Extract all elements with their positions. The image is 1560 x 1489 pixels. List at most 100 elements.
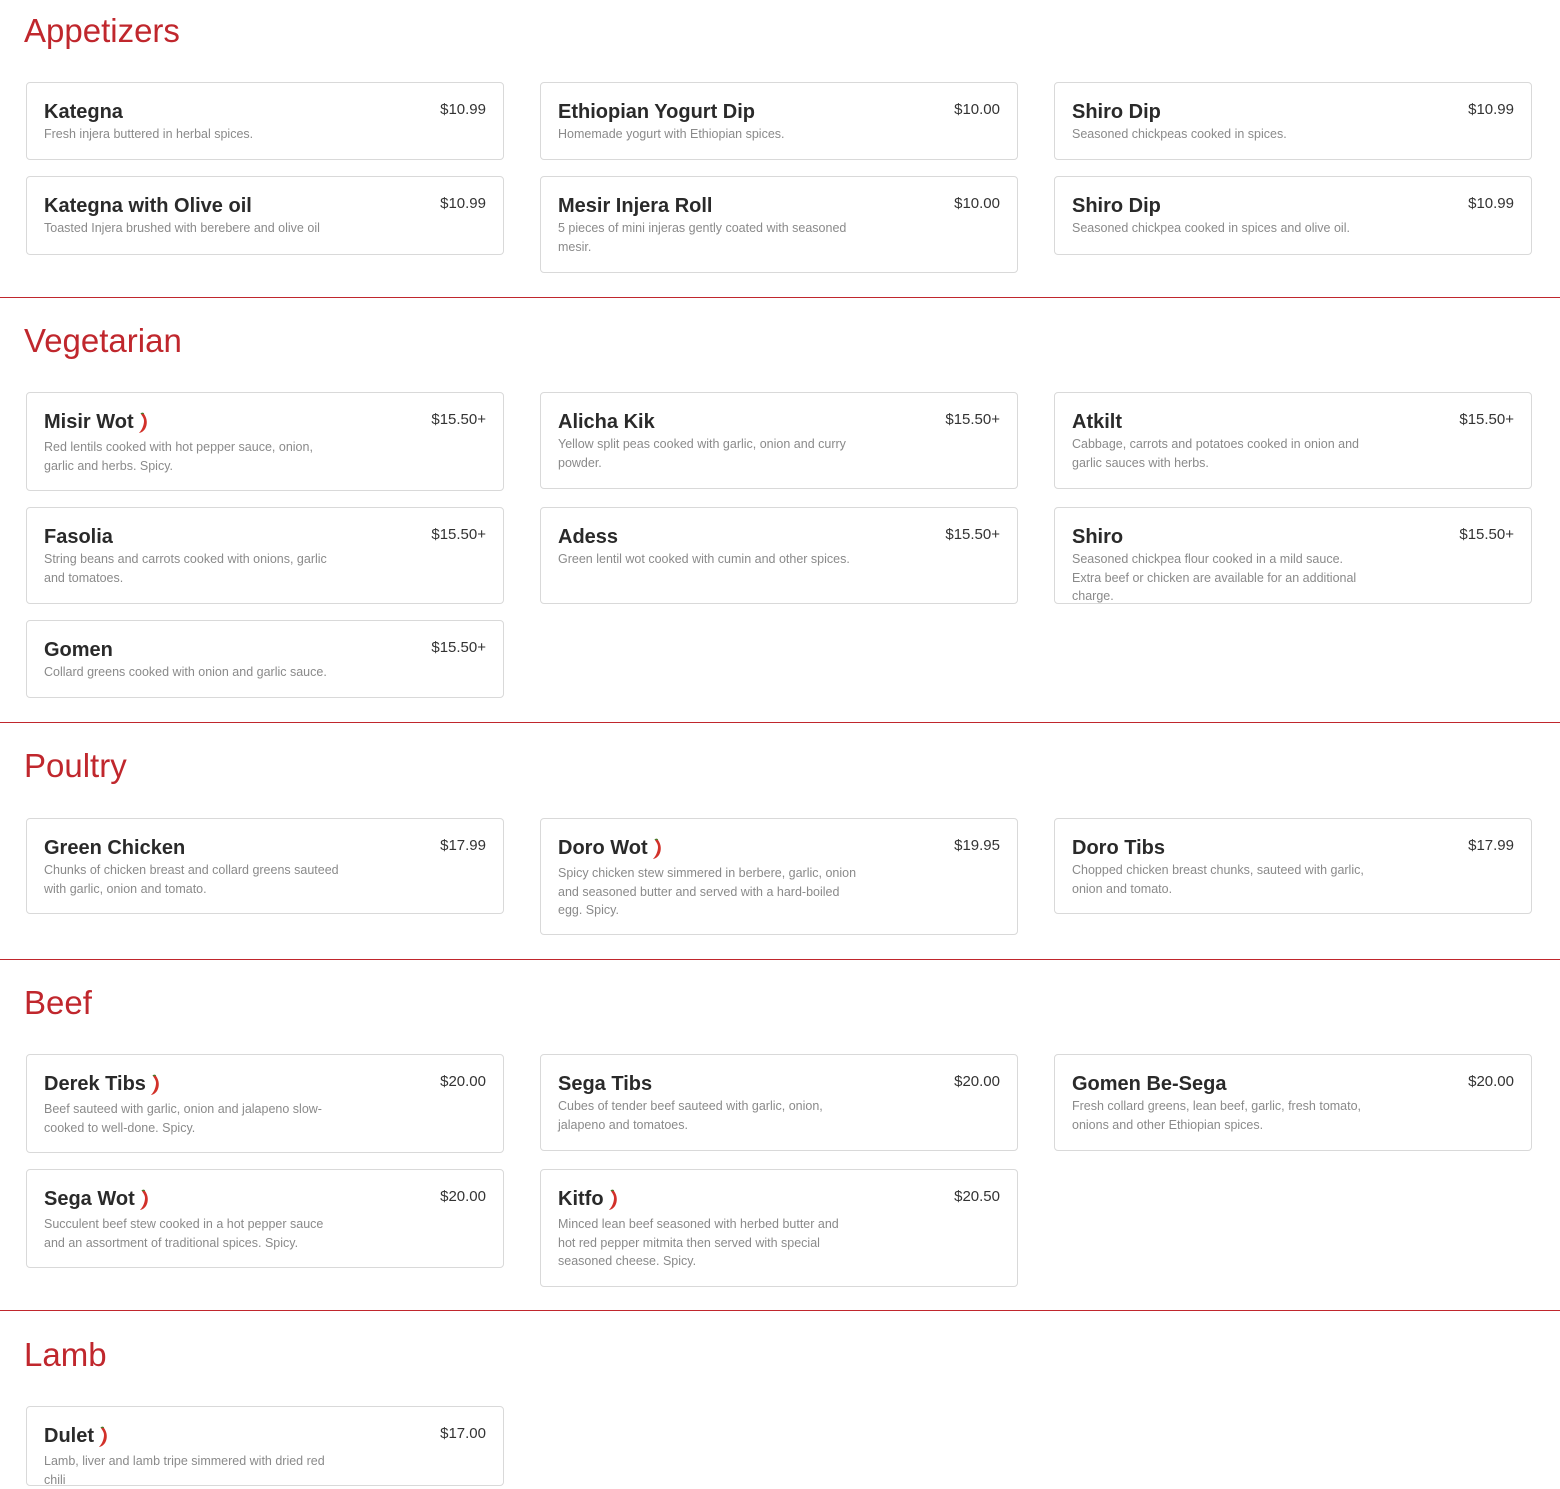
item-name-text: Dulet [44, 1425, 94, 1447]
section-title: Vegetarian [24, 322, 182, 359]
chili-pepper-icon [150, 1074, 162, 1102]
item-name: Kategna with Olive oil [44, 194, 252, 218]
item-description: 5 pieces of mini injeras gently coated w… [558, 221, 847, 254]
item-name: Fasolia [44, 525, 113, 549]
item-name: Atkilt [1072, 410, 1122, 434]
menu-item-card[interactable]: Kitfo $20.50 Minced lean beef seasoned wit… [540, 1169, 1018, 1287]
item-name-text: Shiro [1072, 526, 1124, 548]
item-description: String beans and carrots cooked with oni… [44, 552, 327, 585]
item-name-text: Gomen Be-Sega [1072, 1073, 1227, 1095]
menu-item-card[interactable]: Shiro $15.50+ Seasoned chickpea flour cook… [1054, 507, 1532, 604]
item-description: Seasoned chickpeas cooked in spices. [1072, 127, 1287, 141]
item-price: $10.99 [440, 101, 486, 118]
item-description: Minced lean beef seasoned with herbed bu… [558, 1217, 839, 1268]
item-name-text: Fasolia [44, 526, 113, 548]
item-description: Chunks of chicken breast and collard gre… [44, 863, 339, 896]
item-name: Dulet [44, 1424, 110, 1454]
item-description: Cubes of tender beef sauteed with garlic… [558, 1099, 823, 1132]
menu-item-card[interactable]: Shiro Dip $10.99 Seasoned chickpea cooked … [1054, 176, 1532, 255]
item-name: Green Chicken [44, 836, 185, 860]
item-price: $15.50+ [431, 639, 486, 656]
chili-pepper-icon [608, 1189, 620, 1217]
chili-pepper-icon [98, 1426, 110, 1454]
menu-item-card[interactable]: Adess $15.50+ Green lentil wot cooked with… [540, 507, 1018, 604]
menu-item-card[interactable]: Mesir Injera Roll $10.00 5 pieces of mini … [540, 176, 1018, 273]
item-name: Doro Wot [558, 836, 664, 866]
item-name: Ethiopian Yogurt Dip [558, 100, 755, 124]
item-name-text: Mesir Injera Roll [558, 195, 713, 217]
item-name: Misir Wot [44, 410, 150, 440]
item-price: $20.50 [954, 1188, 1000, 1205]
menu-item-card[interactable]: Misir Wot $15.50+ Red lentils cooked with … [26, 392, 504, 491]
menu-item-card[interactable]: Green Chicken $17.99 Chunks of chicken bre… [26, 818, 504, 914]
item-name: Sega Tibs [558, 1072, 652, 1096]
menu-item-card[interactable]: Shiro Dip $10.99 Seasoned chickpeas cooked… [1054, 82, 1532, 160]
item-name: Doro Tibs [1072, 836, 1165, 860]
menu-item-card[interactable]: Doro Tibs $17.99 Chopped chicken breast ch… [1054, 818, 1532, 914]
item-description: Spicy chicken stew simmered in berbere, … [558, 866, 857, 917]
item-price: $10.00 [954, 101, 1000, 118]
item-price: $10.00 [954, 195, 1000, 212]
item-name-text: Doro Wot [558, 837, 648, 859]
chili-pepper-icon [138, 412, 150, 440]
item-name: Gomen Be-Sega [1072, 1072, 1226, 1096]
menu-item-card[interactable]: Doro Wot $19.95 Spicy chicken stew simmere… [540, 818, 1018, 935]
item-name-text: Kitfo [558, 1188, 604, 1210]
item-price: $20.00 [440, 1073, 486, 1090]
item-name: Shiro Dip [1072, 100, 1161, 124]
item-name-text: Adess [558, 526, 619, 548]
menu-item-card[interactable]: Alicha Kik $15.50+ Yellow split peas cooke… [540, 392, 1018, 489]
item-description: Red lentils cooked with hot pepper sauce… [44, 440, 313, 473]
item-name-text: Kategna [44, 101, 123, 123]
item-description: Yellow split peas cooked with garlic, on… [558, 437, 846, 470]
menu-item-card[interactable]: Kategna with Olive oil $10.99 Toasted Inje… [26, 176, 504, 255]
section-title: Appetizers [24, 12, 180, 49]
item-price: $15.50+ [945, 526, 1000, 543]
item-name-text: Kategna with Olive oil [44, 195, 252, 217]
item-name-text: Shiro Dip [1072, 101, 1161, 123]
item-name: Mesir Injera Roll [558, 194, 713, 218]
menu-item-card[interactable]: Gomen Be-Sega $20.00 Fresh collard greens,… [1054, 1054, 1532, 1151]
menu-item-card[interactable]: Kategna $10.99 Fresh injera buttered in he… [26, 82, 504, 160]
item-price: $17.99 [440, 837, 486, 854]
menu-item-card[interactable]: Gomen $15.50+ Collard greens cooked with o… [26, 620, 504, 698]
item-name: Shiro [1072, 525, 1123, 549]
item-name-text: Ethiopian Yogurt Dip [558, 101, 756, 123]
item-description: Green lentil wot cooked with cumin and o… [558, 552, 850, 566]
item-description: Lamb, liver and lamb tripe simmered with… [44, 1454, 325, 1487]
menu-item-card[interactable]: Dulet $17.00 Lamb, liver and lamb tripe si… [26, 1406, 504, 1487]
item-name-text: Sega Tibs [558, 1073, 653, 1095]
item-description: Beef sauteed with garlic, onion and jala… [44, 1102, 322, 1135]
item-name-text: Alicha Kik [558, 411, 655, 433]
section-divider [0, 722, 1560, 723]
item-description: Fresh collard greens, lean beef, garlic,… [1072, 1099, 1362, 1132]
item-price: $20.00 [1468, 1073, 1514, 1090]
menu-item-card[interactable]: Sega Wot $20.00 Succulent beef stew cooked… [26, 1169, 504, 1268]
menu-item-card[interactable]: Sega Tibs $20.00 Cubes of tender beef saut… [540, 1054, 1018, 1151]
item-name: Shiro Dip [1072, 194, 1161, 218]
item-price: $10.99 [1468, 101, 1514, 118]
menu-item-card[interactable]: Atkilt $15.50+ Cabbage, carrots and potato… [1054, 392, 1532, 489]
item-description: Fresh injera buttered in herbal spices. [44, 127, 254, 141]
item-name: Derek Tibs [44, 1072, 162, 1102]
menu-item-card[interactable]: Fasolia $15.50+ String beans and carrots c… [26, 507, 504, 604]
item-name: Sega Wot [44, 1187, 151, 1217]
item-description: Succulent beef stew cooked in a hot pepp… [44, 1217, 324, 1250]
item-price: $15.50+ [431, 526, 486, 543]
item-name-text: Derek Tibs [44, 1073, 146, 1095]
item-price: $15.50+ [1459, 411, 1514, 428]
menu-item-card[interactable]: Ethiopian Yogurt Dip $10.00 Homemade yogur… [540, 82, 1018, 160]
item-price: $15.50+ [945, 411, 1000, 428]
item-name-text: Shiro Dip [1072, 195, 1161, 217]
item-price: $15.50+ [1459, 526, 1514, 543]
item-description: Homemade yogurt with Ethiopian spices. [558, 127, 785, 141]
item-name: Kategna [44, 100, 123, 124]
item-name-text: Green Chicken [44, 837, 186, 859]
menu-item-card[interactable]: Derek Tibs $20.00 Beef sauteed with garlic… [26, 1054, 504, 1153]
section-title: Beef [24, 984, 92, 1021]
chili-pepper-icon [139, 1189, 151, 1217]
item-price: $20.00 [440, 1188, 486, 1205]
chili-pepper-icon [652, 838, 664, 866]
item-price: $17.00 [440, 1425, 486, 1442]
item-price: $15.50+ [431, 411, 486, 428]
